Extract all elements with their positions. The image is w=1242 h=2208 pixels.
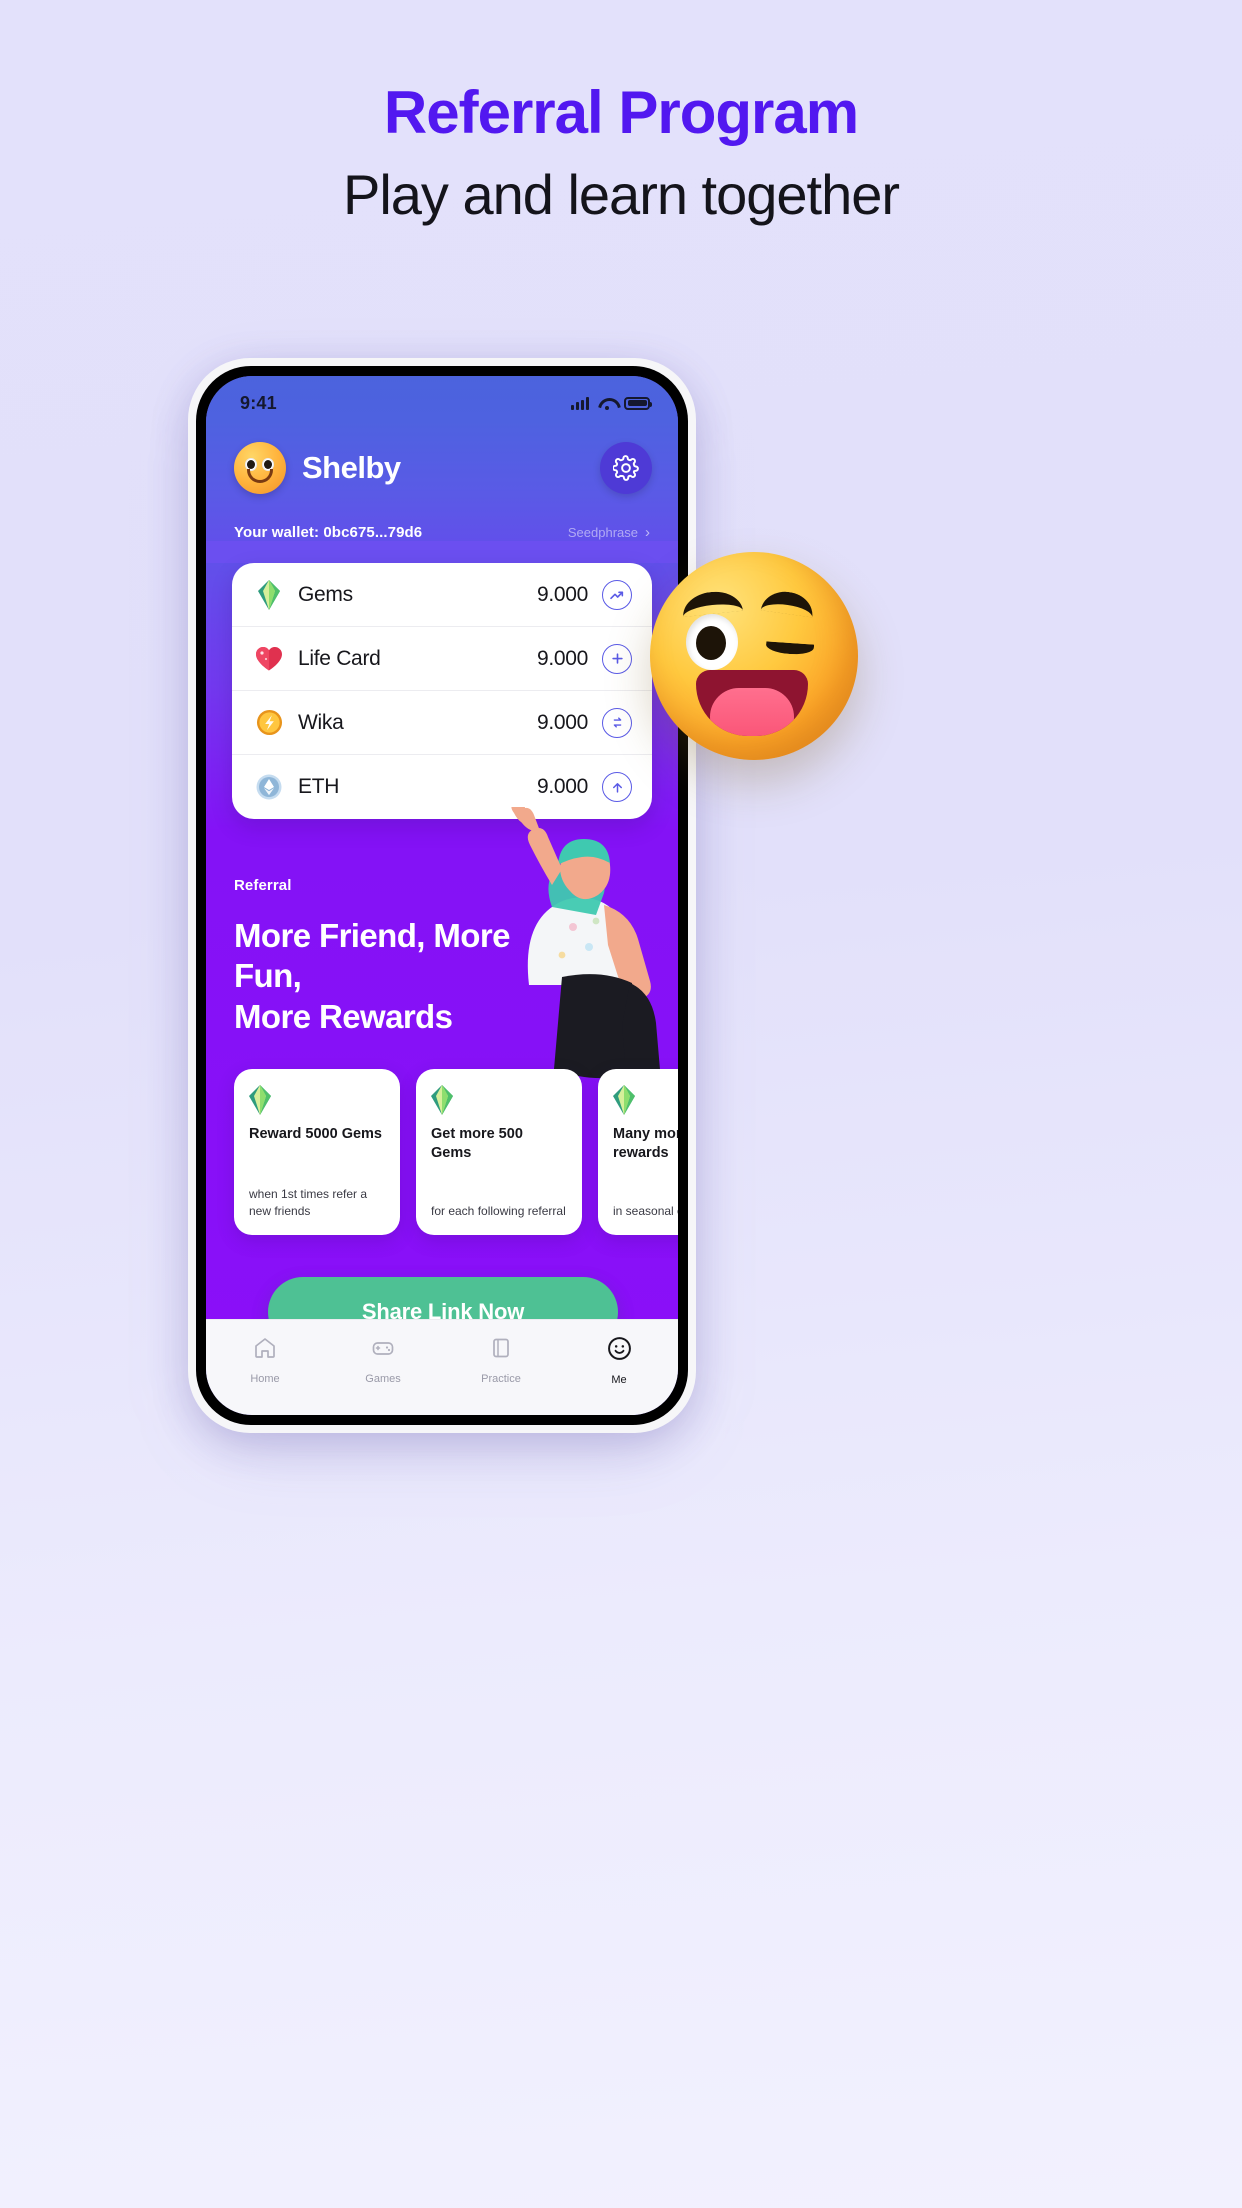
smiley-icon — [607, 1336, 632, 1366]
reward-card-title: Get more 500 Gems — [431, 1125, 523, 1161]
avatar-mouth — [247, 469, 273, 483]
book-icon — [489, 1336, 513, 1365]
asset-name: Wika — [298, 710, 344, 734]
nav-label: Games — [365, 1373, 401, 1385]
asset-name: Gems — [298, 582, 353, 606]
asset-name: Life Card — [298, 646, 381, 670]
emoji-eye-open — [686, 614, 738, 670]
referral-section: Referral More Friend, More Fun, More Rew… — [206, 807, 678, 1347]
asset-value: 9.000 — [536, 582, 588, 606]
emoji-mouth — [696, 670, 808, 736]
nav-item-practice[interactable]: Practice — [442, 1336, 560, 1385]
nav-label: Practice — [481, 1373, 521, 1385]
heart-icon — [252, 646, 286, 671]
asset-row-gems[interactable]: Gems 9.000 — [232, 563, 652, 627]
nav-item-home[interactable]: Home — [206, 1336, 324, 1385]
status-bar: 9:41 — [206, 376, 678, 420]
nav-label: Me — [611, 1374, 627, 1386]
status-icons — [571, 396, 652, 410]
reward-card[interactable]: Reward 5000 Gems when 1st times refer a … — [234, 1068, 400, 1235]
reward-card-title: Reward 5000 Gems — [249, 1125, 382, 1142]
arrow-up-icon[interactable] — [602, 772, 632, 802]
nav-item-me[interactable]: Me — [560, 1336, 678, 1386]
page-title: Referral Program — [383, 79, 859, 146]
reward-card[interactable]: Many more rewards in seasonal campaigns — [598, 1068, 678, 1235]
asset-row-life-card[interactable]: Life Card 9.000 — [232, 627, 652, 691]
chevron-right-icon: › — [645, 524, 650, 541]
reward-card-subtitle: in seasonal campaigns — [613, 1203, 678, 1218]
trending-up-icon[interactable] — [602, 579, 632, 610]
eth-shape — [256, 774, 282, 800]
phone-screen: 9:41 Shelby Your wallet: 0bc675...79d6 S… — [206, 376, 678, 1415]
referral-heading-line1: More Friend, More Fun, — [234, 917, 510, 995]
settings-button[interactable] — [600, 442, 652, 494]
coin-icon — [252, 709, 286, 736]
eth-icon — [252, 774, 286, 800]
asset-value: 9.000 — [536, 775, 588, 798]
referral-heading: More Friend, More Fun, More Rewards — [234, 916, 564, 1037]
gem-icon — [252, 579, 286, 610]
bottom-navigation: Home Games Practice Me — [206, 1319, 678, 1415]
reward-card-title: Many more rewards — [613, 1125, 678, 1161]
coin-shape — [256, 709, 282, 736]
gem-shape — [258, 579, 280, 610]
winking-face-3d-emoji — [650, 552, 858, 760]
nav-label: Home — [250, 1373, 280, 1385]
assets-card: Gems 9.000 Life Card 9.000 Wika 9.000 ET… — [232, 563, 652, 819]
gamepad-icon — [371, 1336, 395, 1365]
purple-body: Gems 9.000 Life Card 9.000 Wika 9.000 ET… — [206, 563, 678, 1353]
asset-name: ETH — [298, 775, 340, 798]
seedphrase-link[interactable]: Seedphrase › — [568, 525, 650, 540]
emoji-eye-wink — [765, 636, 815, 656]
user-name: Shelby — [302, 450, 401, 485]
profile-row: Shelby — [234, 442, 652, 494]
nav-item-games[interactable]: Games — [324, 1336, 442, 1385]
gem-icon — [249, 1084, 271, 1115]
plus-icon[interactable] — [602, 643, 632, 674]
asset-row-wika[interactable]: Wika 9.000 — [232, 691, 652, 755]
battery-full-icon — [624, 396, 652, 410]
asset-value: 9.000 — [536, 710, 588, 734]
cellular-signal-icon — [571, 396, 589, 410]
home-icon — [253, 1336, 277, 1365]
wallet-row: Your wallet: 0bc675...79d6 Seedphrase › — [234, 494, 652, 541]
phone-mockup: 9:41 Shelby Your wallet: 0bc675...79d6 S… — [188, 358, 696, 1448]
asset-value: 9.000 — [536, 646, 588, 670]
gem-icon — [431, 1084, 453, 1115]
seedphrase-label: Seedphrase — [567, 525, 638, 540]
gem-icon — [613, 1084, 635, 1115]
profile-left: Shelby — [234, 442, 401, 494]
wifi-icon — [598, 397, 615, 410]
reward-card-subtitle: when 1st times refer a new friends — [249, 1187, 368, 1218]
emoji-tongue — [710, 688, 794, 736]
page-subtitle: Play and learn together — [342, 163, 900, 226]
heart-shape — [256, 647, 282, 671]
referral-heading-line2: More Rewards — [234, 997, 453, 1035]
swap-icon[interactable] — [602, 707, 632, 738]
smiley-avatar[interactable] — [234, 442, 286, 494]
status-time: 9:41 — [240, 392, 277, 413]
wallet-address: Your wallet: 0bc675...79d6 — [234, 524, 423, 541]
emoji-brow-right — [760, 588, 816, 618]
emoji-brow-left — [681, 588, 743, 618]
reward-card[interactable]: Get more 500 Gems for each following ref… — [416, 1068, 582, 1235]
reward-card-subtitle: for each following referral — [431, 1203, 566, 1218]
gear-icon — [613, 455, 639, 481]
page-headline: Referral Program Play and learn together — [0, 78, 1242, 228]
reward-cards-row[interactable]: Reward 5000 Gems when 1st times refer a … — [234, 1068, 678, 1235]
app-header: Shelby Your wallet: 0bc675...79d6 Seedph… — [206, 420, 678, 541]
